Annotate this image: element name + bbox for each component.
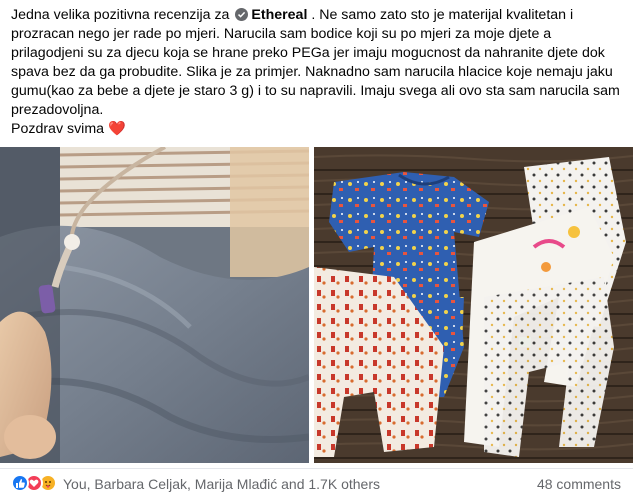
photo-right[interactable]	[314, 147, 633, 463]
post-text: Jedna velika pozitivna recenzija za Ethe…	[11, 6, 623, 139]
comments-count-link[interactable]: 48 comments	[537, 476, 621, 492]
post-line-5: gumu(kao za bebe a djete je staro 3 g) i…	[11, 83, 620, 99]
like-icon	[11, 474, 29, 492]
photo-grid	[0, 147, 633, 463]
post-text-intro: Jedna velika pozitivna recenzija za	[11, 7, 230, 23]
photo-left[interactable]	[0, 147, 309, 463]
greeting-text: Pozdrav svima	[11, 121, 105, 137]
reactions-bar: You, Barbara Celjak, Marija Mlađić and 1…	[0, 468, 633, 497]
photo-baby-clothes-image	[314, 147, 633, 463]
tagged-page-link[interactable]: Ethereal	[251, 7, 307, 23]
verified-badge-icon	[235, 8, 249, 21]
heart-emoji-icon: ❤️	[108, 121, 126, 137]
post-line-3: prilagodjeni su za djecu koja se hrane p…	[11, 45, 605, 61]
post-line-6: prezadovoljna.	[11, 102, 104, 118]
post-line-7: Pozdrav svima ❤️	[11, 120, 623, 139]
reaction-icons[interactable]	[11, 474, 63, 492]
post-line-2: prozracan nego jer rade po mjeri. Naruci…	[11, 26, 552, 42]
reaction-names-link[interactable]: You, Barbara Celjak, Marija Mlađić and 1…	[63, 476, 380, 492]
post-text-rest: . Ne samo zato sto je materijal kvalitet…	[307, 7, 574, 23]
post-line-4: spava bez da ga probudite. Slika je za p…	[11, 64, 613, 80]
post-line-1: Jedna velika pozitivna recenzija za Ethe…	[11, 6, 623, 25]
photo-feeding-tube-image	[0, 147, 309, 463]
